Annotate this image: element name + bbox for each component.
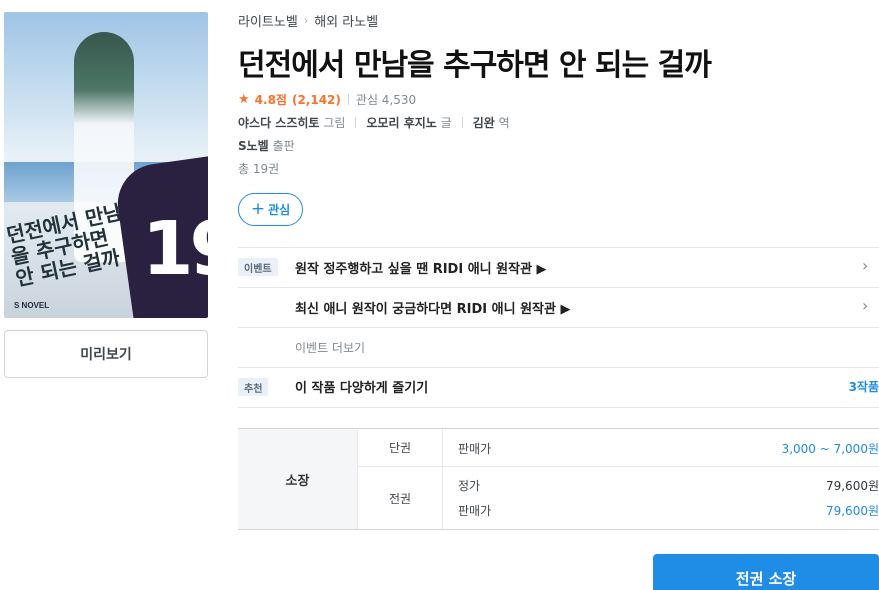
- rating-score[interactable]: 4.8점: [255, 91, 287, 108]
- single-sale-value: 3,000 ~ 7,000원: [781, 442, 879, 456]
- author-role: 글: [440, 116, 452, 130]
- single-type: 단권: [358, 429, 443, 466]
- divider: [347, 94, 349, 105]
- breadcrumb-item-foreign[interactable]: 해외 라노벨: [314, 11, 378, 30]
- divider: [238, 247, 879, 248]
- cover-volume-number: 19: [142, 206, 208, 292]
- buy-all-button[interactable]: 전권 소장: [653, 554, 879, 590]
- own-label: 소장: [238, 429, 358, 529]
- divider: [238, 407, 879, 408]
- recommend-count[interactable]: 3작품: [849, 378, 879, 395]
- rating-row: ★ 4.8점 (2,142) 관심 4,530: [238, 91, 416, 108]
- set-list-label: 정가: [458, 479, 481, 493]
- author-role: 역: [498, 116, 510, 130]
- set-sale-value: 79,600원: [825, 504, 879, 518]
- publisher-role: 출판: [272, 139, 295, 153]
- page-title: 던전에서 만남을 추구하면 안 되는 걸까: [238, 48, 712, 83]
- plus-icon: +: [250, 199, 266, 219]
- authors-row: 야스다 스즈히토 그림 오모리 후지노 글 김완 역: [238, 114, 510, 131]
- event-badge: 이벤트: [238, 258, 278, 276]
- cover-publisher-mark: S NOVEL: [14, 301, 50, 310]
- event-more-link[interactable]: 이벤트 더보기: [295, 339, 365, 356]
- wish-label: 관심: [268, 203, 291, 217]
- divider: [238, 287, 879, 288]
- set-type: 전권: [358, 467, 443, 529]
- author-role: 그림: [323, 116, 346, 130]
- price-table: 소장 단권 판매가 3,000 ~ 7,000원 전권 정가 79,600원 판…: [238, 428, 879, 530]
- preview-button[interactable]: 미리보기: [4, 330, 208, 378]
- publisher-row: S노벨 출판: [238, 137, 295, 154]
- chevron-right-icon[interactable]: ›: [862, 296, 868, 315]
- author-translator[interactable]: 김완: [473, 116, 495, 130]
- wish-button[interactable]: + 관심: [238, 193, 303, 226]
- set-sale-label: 판매가: [458, 504, 492, 518]
- total-volumes: 총 19권: [238, 162, 280, 176]
- recommend-badge: 추천: [238, 378, 269, 396]
- single-sale-label: 판매가: [458, 442, 492, 456]
- interest-count: 관심 4,530: [355, 93, 417, 107]
- divider: [238, 327, 879, 328]
- set-list-value: 79,600원: [825, 479, 879, 493]
- book-cover[interactable]: 19 던전에서 만남을 추구하면 안 되는 걸까 S NOVEL: [4, 12, 208, 318]
- breadcrumb-item-lightnovel[interactable]: 라이트노벨: [238, 11, 298, 30]
- divider: [238, 367, 879, 368]
- chevron-right-icon[interactable]: ›: [862, 256, 868, 275]
- rating-count[interactable]: (2,142): [292, 93, 341, 107]
- chevron-right-icon: ›: [303, 14, 309, 27]
- publisher-name[interactable]: S노벨: [238, 139, 269, 153]
- author-writer[interactable]: 오모리 후지노: [366, 116, 436, 130]
- recommend-text[interactable]: 이 작품 다양하게 즐기기: [295, 377, 428, 396]
- breadcrumb: 라이트노벨 › 해외 라노벨: [238, 11, 378, 30]
- event-link-2[interactable]: 최신 애니 원작이 궁금하다면 RIDI 애니 원작관 ▶: [295, 298, 570, 317]
- divider: [461, 117, 463, 128]
- star-icon: ★: [238, 92, 250, 107]
- divider: [355, 117, 357, 128]
- event-link-1[interactable]: 원작 정주행하고 싶을 땐 RIDI 애니 원작관 ▶: [295, 258, 547, 277]
- author-illustrator[interactable]: 야스다 스즈히토: [238, 116, 319, 130]
- cover-title: 던전에서 만남을 추구하면 안 되는 걸까: [4, 199, 125, 291]
